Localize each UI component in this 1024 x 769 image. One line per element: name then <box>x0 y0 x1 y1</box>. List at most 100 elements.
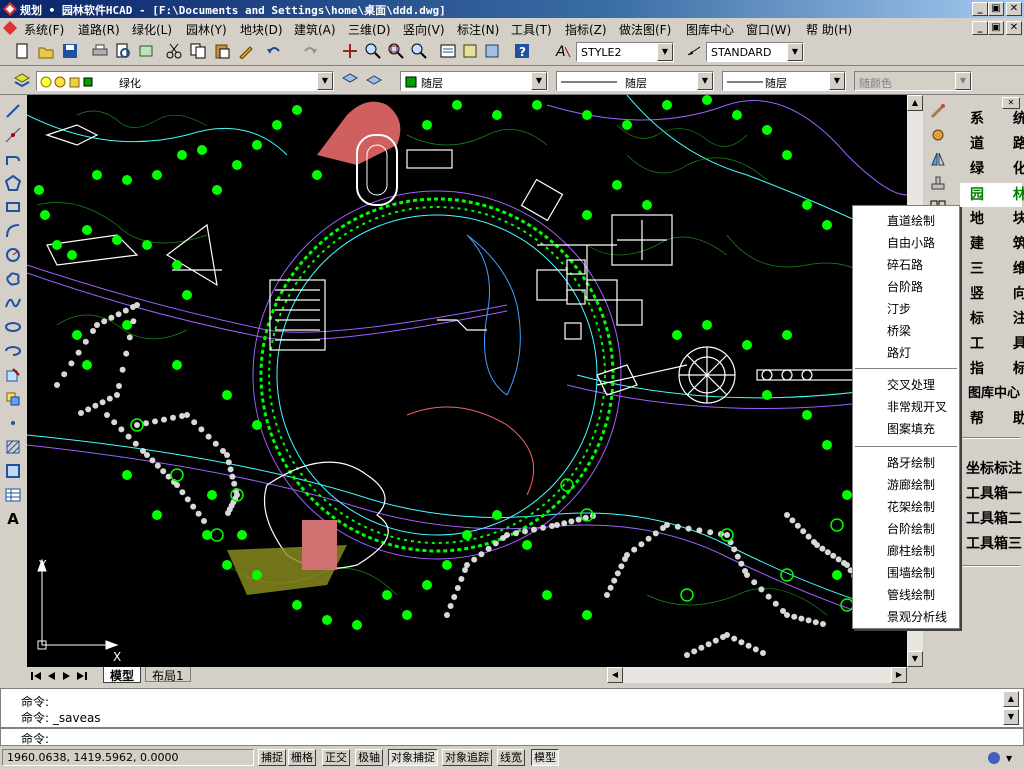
tool-palette-icon[interactable] <box>482 41 502 61</box>
status-otrack[interactable]: 对象追踪 <box>442 749 492 766</box>
dim-style-icon[interactable] <box>684 41 704 61</box>
submenu-landscape-analysis[interactable]: 景观分析线 <box>887 608 947 625</box>
command-input[interactable]: 命令: <box>0 728 1024 746</box>
revision-cloud-icon[interactable] <box>3 269 23 289</box>
undo-icon[interactable] <box>264 41 284 61</box>
line-icon[interactable] <box>3 101 23 121</box>
menu-plot[interactable]: 地块(D) <box>240 21 283 38</box>
copy-icon[interactable] <box>188 41 208 61</box>
panel-item-index[interactable]: 指 标 <box>960 357 1024 381</box>
save-icon[interactable] <box>60 41 80 61</box>
submenu-corridor[interactable]: 游廊绘制 <box>887 476 935 493</box>
lineweight-select[interactable]: 随层 ▼ <box>722 71 846 91</box>
status-grid[interactable]: 栅格 <box>288 749 316 766</box>
insert-block-icon[interactable] <box>3 365 23 385</box>
panel-item-road[interactable]: 道 路 <box>960 132 1024 156</box>
panel-item-toolbox-3[interactable]: 工具箱三 <box>958 532 1024 556</box>
paste-icon[interactable] <box>212 41 232 61</box>
minimize-button[interactable]: _ <box>972 2 988 16</box>
zoom-realtime-icon[interactable] <box>363 41 383 61</box>
print-icon[interactable] <box>90 41 110 61</box>
submenu-gravel-path[interactable]: 碎石路 <box>887 256 923 273</box>
status-polar[interactable]: 极轴 <box>355 749 383 766</box>
match-properties-icon[interactable] <box>236 41 256 61</box>
polygon-icon[interactable] <box>3 173 23 193</box>
submenu-pergola[interactable]: 花架绘制 <box>887 498 935 515</box>
ellipse-icon[interactable] <box>3 317 23 337</box>
menu-system[interactable]: 系统(F) <box>24 21 64 38</box>
doc-close-button[interactable]: ✕ <box>1006 21 1022 35</box>
properties-icon[interactable] <box>438 41 458 61</box>
menu-road[interactable]: 道路(R) <box>78 21 120 38</box>
drawing-canvas[interactable]: Y X <box>27 95 907 667</box>
pan-icon[interactable] <box>340 41 360 61</box>
redo-icon[interactable] <box>300 41 320 61</box>
doc-icon[interactable] <box>3 21 17 35</box>
panel-item-building[interactable]: 建 筑 <box>960 232 1024 256</box>
scroll-up-icon[interactable]: ▲ <box>907 95 923 111</box>
color-select[interactable]: 随层 ▼ <box>400 71 548 91</box>
submenu-free-path[interactable]: 自由小路 <box>887 234 935 251</box>
zoom-window-icon[interactable] <box>386 41 406 61</box>
submenu-bridge[interactable]: 桥梁 <box>887 322 911 339</box>
polyline-icon[interactable] <box>3 149 23 169</box>
submenu-colonnade[interactable]: 廊柱绘制 <box>887 542 935 559</box>
tab-nav-icons[interactable] <box>29 669 99 683</box>
panel-item-annotate[interactable]: 标 注 <box>960 307 1024 331</box>
menu-window[interactable]: 窗口(W) <box>746 21 791 38</box>
scroll-left-icon[interactable]: ◀ <box>607 667 623 683</box>
status-ortho[interactable]: 正交 <box>322 749 350 766</box>
horizontal-scrollbar[interactable]: ◀ ▶ <box>607 667 907 683</box>
menu-3d[interactable]: 三维(D) <box>348 21 391 38</box>
menu-help[interactable]: 帮 助(H) <box>806 21 852 38</box>
make-block-icon[interactable] <box>3 389 23 409</box>
mtext-icon[interactable]: A <box>3 509 23 529</box>
panel-item-toolbox-2[interactable]: 工具箱二 <box>958 507 1024 531</box>
restore-button[interactable]: ▣ <box>988 2 1004 16</box>
submenu-step-path[interactable]: 台阶路 <box>887 278 923 295</box>
panel-item-tools[interactable]: 工 具 <box>960 332 1024 356</box>
point-icon[interactable] <box>3 413 23 433</box>
spline-icon[interactable] <box>3 293 23 313</box>
menu-building[interactable]: 建筑(A) <box>294 21 336 38</box>
panel-item-3d[interactable]: 三 维 <box>960 257 1024 281</box>
text-style-icon[interactable]: A <box>553 41 573 61</box>
tab-model[interactable]: 模型 <box>103 667 142 683</box>
close-button[interactable]: ✕ <box>1006 2 1022 16</box>
help-icon[interactable]: ? <box>512 41 532 61</box>
stamp-icon[interactable] <box>928 173 948 193</box>
zoom-previous-icon[interactable] <box>409 41 429 61</box>
publish-icon[interactable] <box>136 41 156 61</box>
submenu-pattern-fill[interactable]: 图案填充 <box>887 420 935 437</box>
menu-practice[interactable]: 做法图(F) <box>619 21 671 38</box>
doc-minimize-button[interactable]: _ <box>972 21 988 35</box>
text-style-select[interactable]: STYLE2 ▼ <box>576 42 674 62</box>
table-icon[interactable] <box>3 485 23 505</box>
menu-tools[interactable]: 工具(T) <box>511 21 552 38</box>
menu-vertical[interactable]: 竖向(V) <box>403 21 445 38</box>
hatch-icon[interactable] <box>3 437 23 457</box>
menu-garden[interactable]: 园林(Y) <box>186 21 227 38</box>
scroll-right-icon[interactable]: ▶ <box>891 667 907 683</box>
scroll-down-icon[interactable]: ▼ <box>907 651 923 667</box>
comm-center-icon[interactable] <box>986 750 1002 766</box>
panel-item-greening[interactable]: 绿 化 <box>960 157 1024 181</box>
new-icon[interactable] <box>12 41 32 61</box>
panel-item-help[interactable]: 帮 助 <box>960 407 1024 431</box>
region-icon[interactable] <box>3 461 23 481</box>
brush-icon[interactable] <box>928 101 948 121</box>
panel-item-library[interactable]: 图库中心 <box>958 382 1024 406</box>
ellipse-arc-icon[interactable] <box>3 341 23 361</box>
submenu-fence[interactable]: 围墙绘制 <box>887 564 935 581</box>
submenu-irregular-fork[interactable]: 非常规开叉 <box>887 398 947 415</box>
layer-manager-icon[interactable] <box>12 70 32 90</box>
submenu-curb[interactable]: 路牙绘制 <box>887 454 935 471</box>
submenu-straight-road[interactable]: 直道绘制 <box>887 212 935 229</box>
layer-previous-icon[interactable] <box>364 70 384 90</box>
dim-style-select[interactable]: STANDARD ▼ <box>706 42 804 62</box>
status-snap[interactable]: 捕捉 <box>258 749 286 766</box>
status-lineweight[interactable]: 线宽 <box>497 749 525 766</box>
submenu-intersection[interactable]: 交叉处理 <box>887 376 935 393</box>
construction-line-icon[interactable] <box>3 125 23 145</box>
doc-restore-button[interactable]: ▣ <box>988 21 1004 35</box>
